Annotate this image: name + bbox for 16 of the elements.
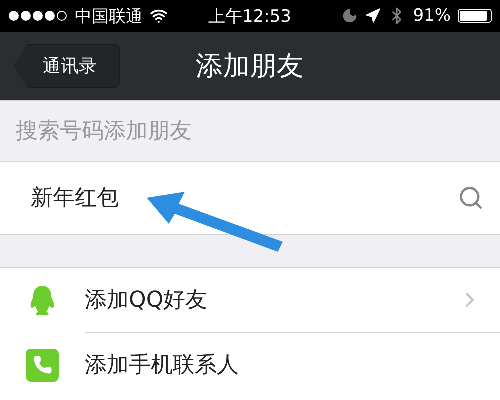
menu-label: 添加QQ好友 bbox=[85, 287, 209, 315]
location-icon bbox=[365, 8, 382, 24]
battery-icon bbox=[458, 9, 492, 23]
battery-percent: 91% bbox=[413, 6, 451, 26]
menu-item[interactable]: 添加QQ好友 bbox=[0, 268, 500, 332]
phone-icon bbox=[26, 348, 59, 382]
page-title: 添加朋友 bbox=[196, 50, 304, 84]
menu-item[interactable]: 添加手机联系人 bbox=[85, 332, 500, 397]
signal-icon bbox=[8, 10, 68, 22]
carrier-name: 中国联通 bbox=[75, 6, 143, 28]
search-icon[interactable] bbox=[458, 185, 484, 211]
menu-label: 添加手机联系人 bbox=[85, 352, 240, 380]
status-time: 上午12:53 bbox=[208, 6, 292, 28]
back-button[interactable]: 通讯录 bbox=[14, 44, 120, 88]
wifi-icon bbox=[150, 7, 168, 25]
moon-icon bbox=[342, 8, 358, 24]
